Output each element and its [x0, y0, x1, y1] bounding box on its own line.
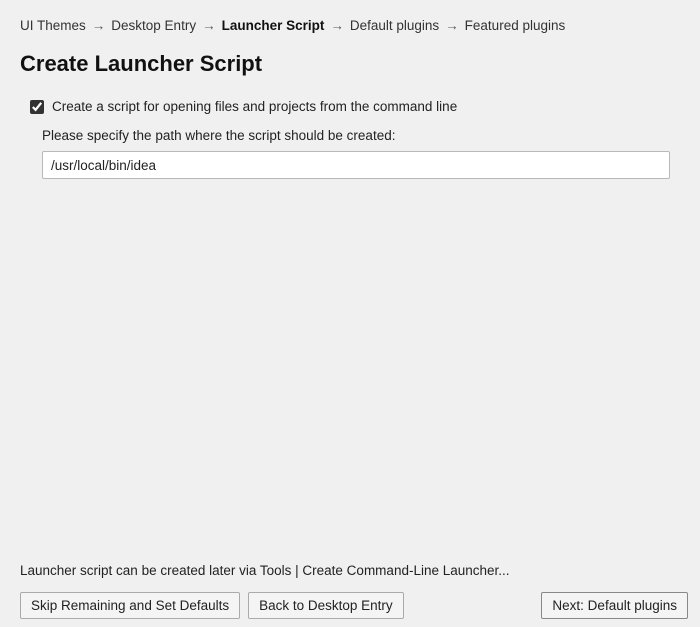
- breadcrumb-separator-icon: →: [330, 18, 344, 33]
- create-script-checkbox[interactable]: [30, 100, 44, 114]
- next-button[interactable]: Next: Default plugins: [541, 592, 688, 619]
- hint-text: Launcher script can be created later via…: [20, 563, 688, 592]
- button-row: Skip Remaining and Set Defaults Back to …: [20, 592, 688, 619]
- breadcrumb-item[interactable]: Default plugins: [350, 18, 439, 33]
- bottom-bar: Launcher script can be created later via…: [0, 563, 700, 627]
- breadcrumb-separator-icon: →: [92, 18, 106, 33]
- breadcrumb-item[interactable]: UI Themes: [20, 18, 86, 33]
- back-button[interactable]: Back to Desktop Entry: [248, 592, 404, 619]
- path-prompt-label: Please specify the path where the script…: [30, 120, 670, 151]
- breadcrumb-item[interactable]: Featured plugins: [465, 18, 566, 33]
- breadcrumb-separator-icon: →: [445, 18, 459, 33]
- skip-remaining-button[interactable]: Skip Remaining and Set Defaults: [20, 592, 240, 619]
- breadcrumb-item[interactable]: Desktop Entry: [111, 18, 196, 33]
- page-title: Create Launcher Script: [0, 43, 700, 93]
- script-path-input[interactable]: [42, 151, 670, 179]
- create-script-checkbox-row[interactable]: Create a script for opening files and pr…: [30, 93, 670, 120]
- breadcrumb-separator-icon: →: [202, 18, 216, 33]
- breadcrumb-item: Launcher Script: [222, 18, 325, 33]
- content-area: Create a script for opening files and pr…: [0, 93, 700, 179]
- breadcrumb: UI Themes → Desktop Entry → Launcher Script →…: [0, 0, 700, 43]
- create-script-checkbox-label: Create a script for opening files and pr…: [52, 99, 457, 114]
